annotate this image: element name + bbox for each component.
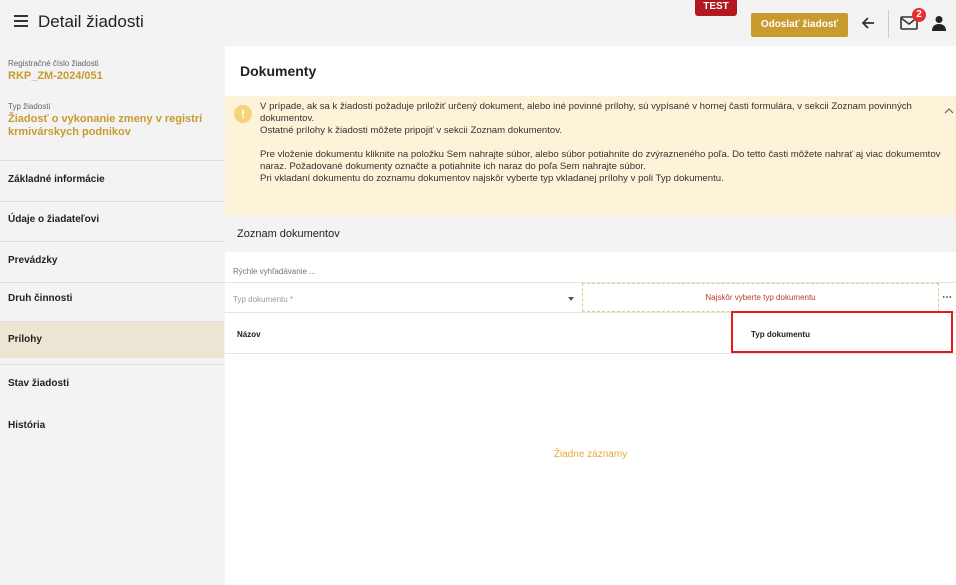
page-title: Detail žiadosti — [38, 12, 144, 31]
info-paragraph-2-line-2: Pri vkladaní dokumentu do zoznamu dokume… — [260, 173, 724, 184]
main-content: Dokumenty ! V prípade, ak sa k žiadosti … — [225, 46, 956, 585]
send-request-button[interactable]: Odoslať žiadosť — [751, 13, 848, 37]
highlight-box — [731, 311, 953, 353]
sidebar-divider — [0, 160, 224, 161]
info-paragraph-1-line-1: V prípade, ak sa k žiadosti požaduje pri… — [260, 101, 912, 124]
upload-drop-zone[interactable]: Najskôr vyberte typ dokumentu — [582, 283, 939, 312]
request-type-value: Žiadosť o vykonanie zmeny v registri krm… — [8, 113, 203, 138]
top-bar: Detail žiadosti TEST Odoslať žiadosť 2 — [0, 0, 956, 46]
sidebar-divider — [0, 241, 224, 242]
info-paragraph-1-line-2: Ostatné prílohy k žiadosti môžete pripoj… — [260, 125, 563, 136]
sidebar-item-activity-type[interactable]: Druh činnosti — [0, 281, 224, 317]
toolbar-divider — [888, 10, 889, 38]
quick-search-input[interactable] — [233, 264, 533, 278]
sidebar: Registračné číslo žiadosti RKP_ZM-2024/0… — [0, 46, 224, 585]
empty-state-text: Žiadne záznamy — [553, 449, 628, 460]
sidebar-item-request-status[interactable]: Stav žiadosti — [0, 366, 224, 402]
info-paragraph-2-line-1: Pre vloženie dokumentu kliknite na polož… — [260, 149, 941, 172]
chevron-down-icon[interactable] — [568, 297, 574, 301]
notification-badge: 2 — [912, 8, 926, 22]
info-icon: ! — [234, 105, 252, 123]
upload-hint: Najskôr vyberte typ dokumentu — [705, 293, 816, 302]
document-type-placeholder: Typ dokumentu * — [233, 295, 294, 304]
info-box: ! V prípade, ak sa k žiadosti požaduje p… — [225, 96, 956, 216]
sidebar-item-basic-info[interactable]: Základné informácie — [0, 162, 224, 198]
more-options-icon[interactable]: ⋯ — [942, 292, 952, 303]
info-text: V prípade, ak sa k žiadosti požaduje pri… — [260, 101, 950, 197]
column-header-name[interactable]: Názov — [237, 330, 261, 339]
documents-title: Dokumenty — [240, 63, 317, 79]
registration-number-value: RKP_ZM-2024/051 — [8, 70, 103, 82]
request-type-label: Typ žiadosti — [8, 102, 51, 111]
registration-number-label: Registračné číslo žiadosti — [8, 59, 99, 68]
document-type-select[interactable]: Typ dokumentu * — [225, 283, 582, 312]
sidebar-item-attachments[interactable]: Prílohy — [0, 322, 224, 358]
chevron-up-icon[interactable] — [944, 107, 954, 115]
sidebar-divider — [0, 364, 224, 365]
test-badge: TEST — [695, 0, 737, 16]
sidebar-item-applicant[interactable]: Údaje o žiadateľovi — [0, 202, 224, 238]
sidebar-item-history[interactable]: História — [0, 408, 224, 444]
hamburger-menu-icon[interactable] — [14, 15, 28, 27]
table-header-divider — [225, 353, 956, 354]
sidebar-item-establishments[interactable]: Prevádzky — [0, 243, 224, 279]
arrow-left-icon[interactable] — [859, 14, 877, 32]
document-list-title: Zoznam dokumentov — [237, 228, 340, 240]
user-icon[interactable] — [932, 15, 946, 31]
document-list-header: Zoznam dokumentov — [225, 216, 956, 252]
